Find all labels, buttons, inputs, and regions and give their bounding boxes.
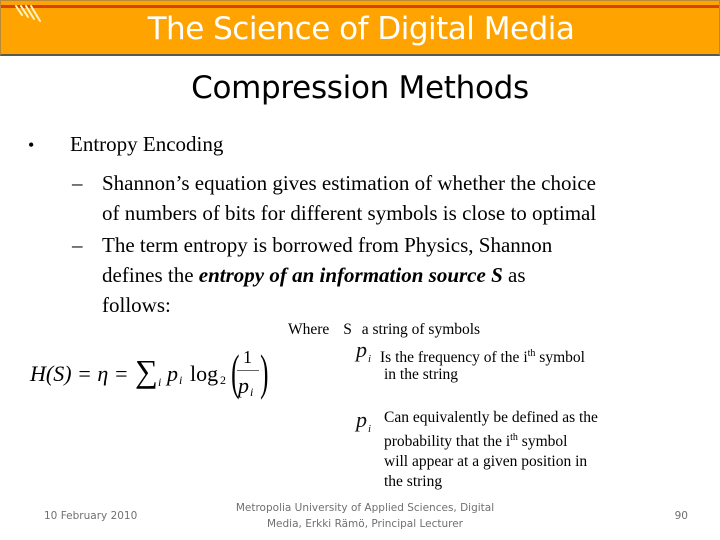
p-frequency-line1: Is the frequency of the ith symbol: [380, 344, 585, 367]
s-symbol: S: [343, 321, 352, 338]
term-sub: i: [179, 373, 183, 387]
legend-line: will appear at a given position in: [384, 453, 588, 471]
legend-line: the string: [384, 473, 443, 491]
p-symbol: p: [356, 407, 367, 432]
bullet-text: Entropy Encoding: [70, 132, 224, 156]
header-bar: The Science of Digital Media: [0, 0, 720, 56]
footer-line: Metropolia University of Applied Science…: [235, 502, 495, 514]
header-stripe: [1, 5, 719, 8]
legend-s-row: Where S a string of symbols: [288, 320, 480, 339]
right-paren: ): [260, 344, 269, 400]
sum-index: i: [158, 375, 162, 389]
text-segment: Is the frequency of the i: [380, 349, 528, 367]
formula-lhs: H(S) = η =: [30, 361, 129, 386]
legend-line: Can equivalently be defined as the: [384, 409, 598, 426]
sub-bullet-entropy-term: – The term entropy is borrowed from Phys…: [72, 230, 712, 320]
where-label: Where: [288, 321, 330, 338]
dash-marker: –: [72, 171, 83, 195]
emphasized-term: entropy of an information source S: [198, 263, 503, 287]
s-description: a string of symbols: [361, 321, 481, 338]
fraction-numerator: 1: [243, 347, 252, 367]
entropy-formula: H(S) = η = ∑ i p i log 2 ( 1 p i ): [30, 344, 268, 405]
p-sub: i: [368, 423, 372, 435]
log-func: log: [190, 361, 219, 386]
sub-bullet-line: The term entropy is borrowed from Physic…: [102, 233, 553, 257]
sub-bullet-line: follows:: [102, 293, 171, 317]
sum-symbol: ∑: [135, 353, 158, 389]
p-probability-text: Can equivalently be defined as the proba…: [384, 408, 598, 492]
sub-bullet-line: of numbers of bits for different symbols…: [102, 201, 597, 225]
course-title: The Science of Digital Media: [147, 11, 575, 47]
page-number: 90: [674, 510, 688, 522]
text-segment: as: [502, 263, 526, 287]
sub-bullet-line: Shannon’s equation gives estimation of w…: [102, 171, 596, 195]
text-segment: defines the: [102, 263, 199, 287]
footer-line: Media, Erkki Rämö, Principal Lecturer: [266, 518, 464, 530]
dash-marker: –: [72, 233, 83, 257]
sub-bullet-shannon-equation: – Shannon’s equation gives estimation of…: [72, 168, 712, 228]
superscript: th: [510, 432, 518, 443]
bullet-entropy-encoding: • Entropy Encoding: [28, 132, 223, 157]
text-segment: probability that the i: [384, 433, 511, 451]
p-frequency-line2: in the string: [384, 366, 459, 383]
text-segment: symbol: [535, 349, 585, 367]
slide-title: Compression Methods: [191, 70, 529, 106]
fraction-denominator: p: [238, 373, 249, 398]
p-symbol: p: [356, 337, 367, 362]
term-p: p: [167, 361, 178, 386]
denominator-sub: i: [250, 385, 254, 399]
footer-date: 10 February 2010: [44, 510, 138, 522]
fraction-bar: [237, 370, 259, 371]
sub-bullet-line: defines the entropy of an information so…: [72, 260, 712, 290]
log-base: 2: [220, 373, 226, 387]
bullet-dot-icon: •: [28, 135, 35, 155]
legend-line: probability that the ith symbol: [384, 428, 598, 452]
footer-institution: Metropolia University of Applied Science…: [220, 500, 510, 532]
p-sub: i: [368, 353, 372, 365]
text-segment: symbol: [517, 433, 568, 451]
